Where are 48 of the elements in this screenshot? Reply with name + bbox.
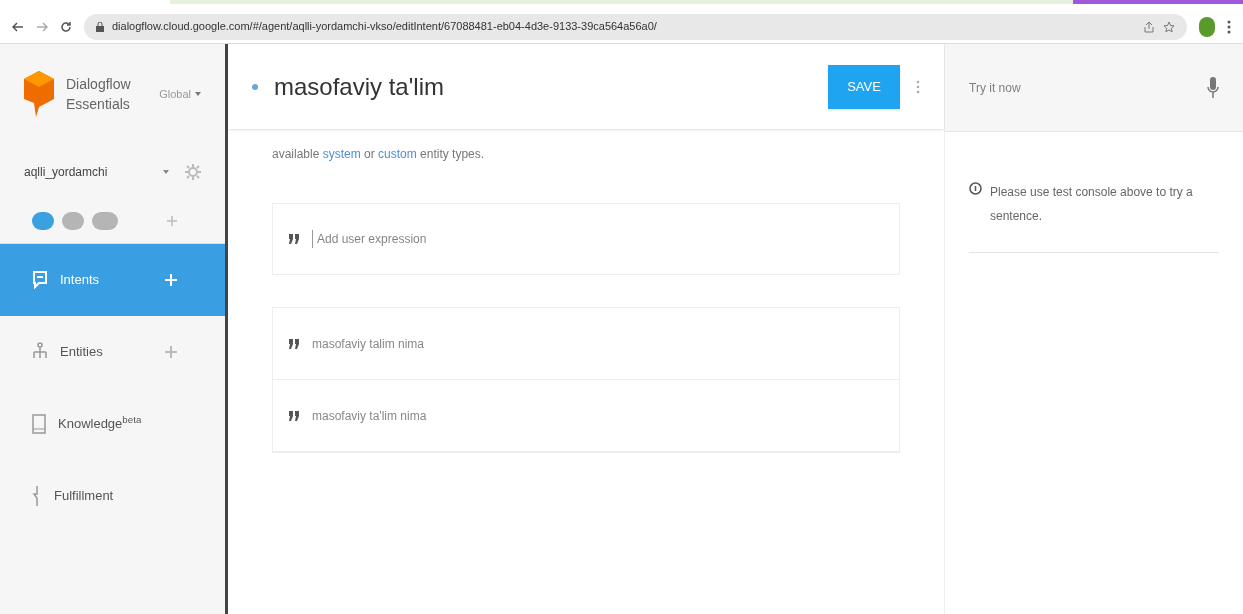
entity-link[interactable]: custom	[378, 147, 417, 161]
profile-avatar[interactable]	[1199, 16, 1215, 37]
save-button[interactable]: SAVE	[828, 64, 900, 109]
chat-bubble-icon	[32, 271, 48, 289]
intent-title: masofaviy ta'lim	[274, 71, 444, 102]
more-icon[interactable]	[916, 79, 920, 94]
entity-link[interactable]: system	[322, 147, 361, 161]
nav-label: Knowledge$^{beta}$	[58, 414, 142, 434]
nav-item[interactable]: Entities	[0, 316, 225, 388]
brand-name: Essentials	[66, 95, 131, 114]
agent-dropdown[interactable]: aqlli_yordamchi	[24, 162, 108, 181]
url-text: dialogflow.cloud.google.com/#/agent/aqlli-yordamchi-vkso/editIntent/67088481-eb04-4d3e-9133-39ca564a56a0/	[112, 19, 657, 35]
nav-item[interactable]: Knowledge$^{beta}$	[0, 388, 225, 460]
logo-icon	[24, 71, 54, 117]
lock-icon	[96, 21, 104, 32]
language-chip[interactable]	[62, 212, 84, 230]
quote-icon	[289, 410, 300, 421]
add-icon[interactable]	[167, 216, 177, 226]
region-dropdown[interactable]: Global	[159, 85, 201, 103]
star-icon[interactable]	[1163, 20, 1175, 33]
quote-icon	[289, 338, 300, 349]
add-icon[interactable]	[165, 346, 177, 358]
reload-icon[interactable]	[60, 20, 72, 33]
settings-icon[interactable]	[185, 163, 201, 180]
quote-icon	[289, 234, 300, 244]
forward-icon[interactable]	[36, 21, 48, 32]
nav-label: Intents	[60, 271, 100, 290]
back-icon[interactable]	[12, 21, 24, 32]
console-message: Please use test console above to try a sentence.	[990, 184, 1194, 225]
brand-name: Dialogflow	[66, 75, 131, 94]
hint-text: available system or custom entity types.	[272, 146, 486, 163]
menu-icon[interactable]	[1227, 19, 1231, 34]
expression-text[interactable]: masofaviy talim nima	[312, 334, 425, 353]
language-chip[interactable]	[32, 212, 54, 230]
caret-icon	[195, 92, 201, 96]
microphone-icon[interactable]	[1207, 76, 1219, 99]
nav-label: Fulfillment	[54, 487, 114, 506]
book-icon	[32, 414, 46, 434]
nav-label: Entities	[60, 343, 103, 362]
nav-item[interactable]: Intents	[0, 244, 225, 316]
expression-text[interactable]: masofaviy ta'lim nima	[312, 406, 427, 425]
test-console-field[interactable]: Try it now	[969, 78, 1207, 97]
share-icon[interactable]	[1143, 20, 1155, 33]
info-icon	[969, 182, 982, 195]
address-bar[interactable]: dialogflow.cloud.google.com/#/agent/aqlli-yordamchi-vkso/editIntent/67088481-eb04-4d3e-9133-39ca564a56a0/	[84, 13, 1187, 40]
more-chip[interactable]	[92, 212, 118, 230]
nav-item[interactable]: Fulfillment	[0, 460, 225, 532]
caret-icon[interactable]	[163, 169, 169, 174]
